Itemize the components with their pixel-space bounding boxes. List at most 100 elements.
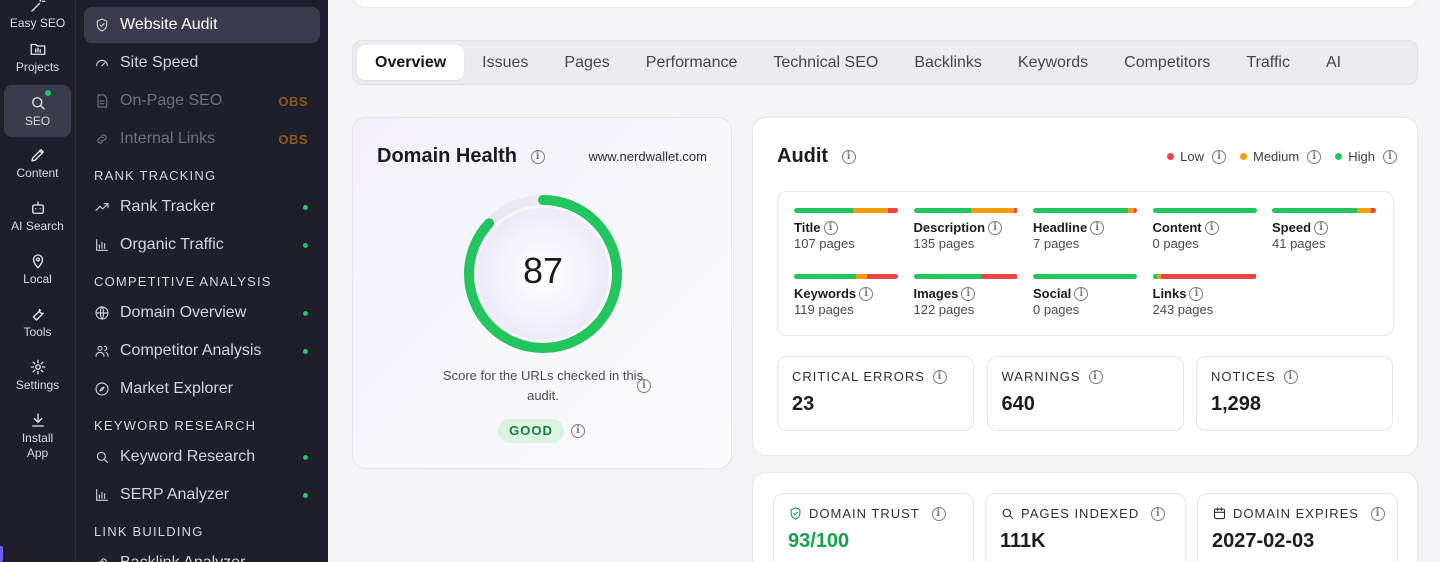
info-icon[interactable]: i: [823, 220, 838, 235]
tab-overview[interactable]: Overview: [357, 45, 465, 80]
legend-item-low: Low i: [1167, 149, 1226, 164]
info-icon[interactable]: i: [1283, 369, 1298, 384]
rail-item-tools[interactable]: Tools: [4, 305, 71, 340]
legend-item-high: High i: [1335, 149, 1397, 164]
legend-dot: [1240, 153, 1247, 160]
info-icon[interactable]: i: [530, 149, 545, 164]
rail-item-easy-seo[interactable]: Easy SEO: [4, 0, 71, 31]
rail-item-seo[interactable]: SEO: [4, 85, 71, 137]
section-keyword-research: KEYWORD RESEARCH: [94, 418, 257, 433]
tab-backlinks[interactable]: Backlinks: [896, 45, 1000, 80]
audit-metric-keywords[interactable]: Keywords i 119 pages: [794, 274, 898, 317]
bar-segment: [1152, 208, 1257, 213]
info-icon[interactable]: i: [1212, 149, 1226, 164]
stat-value: 23: [792, 393, 815, 415]
metric-page-count: 243 pages: [1152, 302, 1214, 317]
audit-metric-description[interactable]: Description i 135 pages: [913, 208, 1018, 251]
tab-technical-seo[interactable]: Technical SEO: [755, 45, 896, 80]
severity-bar: [1152, 274, 1257, 279]
search-icon: [96, 451, 108, 463]
sidebar-item-serp-analyzer[interactable]: SERP Analyzer: [84, 477, 320, 513]
audit-metric-title[interactable]: Title i 107 pages: [794, 208, 898, 251]
info-icon[interactable]: i: [932, 369, 947, 384]
calendar-icon: [1213, 507, 1226, 520]
tab-issues[interactable]: Issues: [464, 45, 546, 80]
info-icon[interactable]: i: [1074, 286, 1089, 301]
bar-segment: [1272, 208, 1358, 213]
info-icon[interactable]: i: [571, 424, 585, 438]
info-icon[interactable]: i: [1151, 506, 1166, 521]
domain-trust-stat: DOMAIN TRUST i 93/100: [773, 493, 974, 562]
rail-item-local[interactable]: Local: [4, 252, 71, 287]
info-icon[interactable]: i: [1383, 149, 1397, 164]
audit-metric-links[interactable]: Links i 243 pages: [1152, 274, 1257, 317]
bar-segment: [913, 274, 982, 279]
document-icon: [97, 94, 108, 108]
info-icon[interactable]: i: [1204, 220, 1219, 235]
sidebar-item-competitor-analysis[interactable]: Competitor Analysis: [84, 333, 320, 369]
info-icon[interactable]: i: [961, 286, 976, 301]
metric-name: Links i: [1153, 286, 1257, 301]
info-icon[interactable]: i: [1088, 369, 1103, 384]
audit-metric-speed[interactable]: Speed i 41 pages: [1272, 208, 1376, 251]
info-icon[interactable]: i: [931, 506, 946, 521]
section-link-building: LINK BUILDING: [94, 524, 204, 539]
rail-item-settings[interactable]: Settings: [4, 358, 71, 393]
info-icon[interactable]: i: [1189, 286, 1204, 301]
tab-ai[interactable]: AI: [1308, 45, 1359, 80]
compass-icon: [95, 382, 109, 396]
rail-item-content[interactable]: Content: [4, 146, 71, 181]
info-icon[interactable]: i: [1090, 220, 1105, 235]
tab-pages[interactable]: Pages: [546, 45, 627, 80]
domain-expires-stat: DOMAIN EXPIRES i 2027-02-03: [1197, 493, 1398, 562]
bar-segment: [981, 274, 1018, 279]
sidebar-item-keyword-research[interactable]: Keyword Research: [84, 439, 320, 475]
sidebar-item-organic-traffic[interactable]: Organic Traffic: [84, 227, 320, 263]
bar-segment: [1033, 208, 1128, 213]
metric-page-count: 7 pages: [1033, 236, 1080, 251]
metric-name: Content i: [1153, 220, 1257, 235]
metric-page-count: 107 pages: [794, 236, 855, 251]
icon-rail: Easy SEO Projects SEO Content AI Search …: [0, 0, 76, 562]
severity-bar: [1033, 208, 1137, 213]
domain-expires-value: 2027-02-03: [1212, 530, 1315, 552]
gauge-icon: [96, 59, 108, 67]
severity-bar: [913, 274, 1018, 279]
rail-item-ai-search[interactable]: AI Search: [4, 199, 71, 234]
status-dot: [303, 242, 308, 248]
info-icon[interactable]: i: [988, 220, 1003, 235]
stat-critical-errors: CRITICAL ERRORS i 23: [777, 356, 974, 431]
metric-name: Images i: [914, 286, 1018, 301]
tab-keywords[interactable]: Keywords: [1000, 45, 1106, 80]
info-icon[interactable]: i: [1307, 149, 1322, 164]
rail-item-projects[interactable]: Projects: [4, 40, 71, 75]
tab-traffic[interactable]: Traffic: [1228, 45, 1308, 80]
sidebar-item-site-speed[interactable]: Site Speed: [84, 45, 320, 81]
audit-metric-images[interactable]: Images i 122 pages: [913, 274, 1018, 317]
bar-segment: [794, 274, 857, 279]
sidebar-item-market-explorer[interactable]: Market Explorer: [84, 371, 320, 407]
bar-segment: [1133, 208, 1137, 213]
info-icon[interactable]: i: [841, 149, 856, 164]
sidebar-item-domain-overview[interactable]: Domain Overview: [84, 295, 320, 331]
info-icon[interactable]: i: [1370, 506, 1385, 521]
shield-check-icon: [790, 507, 801, 520]
audit-metric-content[interactable]: Content i 0 pages: [1152, 208, 1257, 251]
severity-bar: [1272, 208, 1376, 213]
metric-name: Headline i: [1033, 220, 1137, 235]
tab-competitors[interactable]: Competitors: [1106, 45, 1228, 80]
sidebar-item-rank-tracker[interactable]: Rank Tracker: [84, 189, 320, 225]
info-icon[interactable]: i: [1314, 220, 1329, 235]
tab-performance[interactable]: Performance: [628, 45, 756, 80]
info-icon[interactable]: i: [859, 286, 874, 301]
sidebar-item-internal-links[interactable]: Internal Links OBS: [84, 121, 320, 157]
audit-metric-social[interactable]: Social i 0 pages: [1033, 274, 1137, 317]
info-icon[interactable]: i: [637, 379, 651, 393]
sidebar-item-website-audit[interactable]: Website Audit: [84, 7, 320, 43]
audit-metric-headline[interactable]: Headline i 7 pages: [1033, 208, 1137, 251]
pages-indexed-value: 111K: [1000, 530, 1046, 552]
sidebar-item-backlink-analyzer[interactable]: Backlink Analyzer: [84, 545, 320, 562]
severity-bar: [913, 208, 1018, 213]
rail-item-install-app[interactable]: Install App: [4, 411, 71, 461]
sidebar-item-on-page-seo[interactable]: On-Page SEO OBS: [84, 83, 320, 119]
